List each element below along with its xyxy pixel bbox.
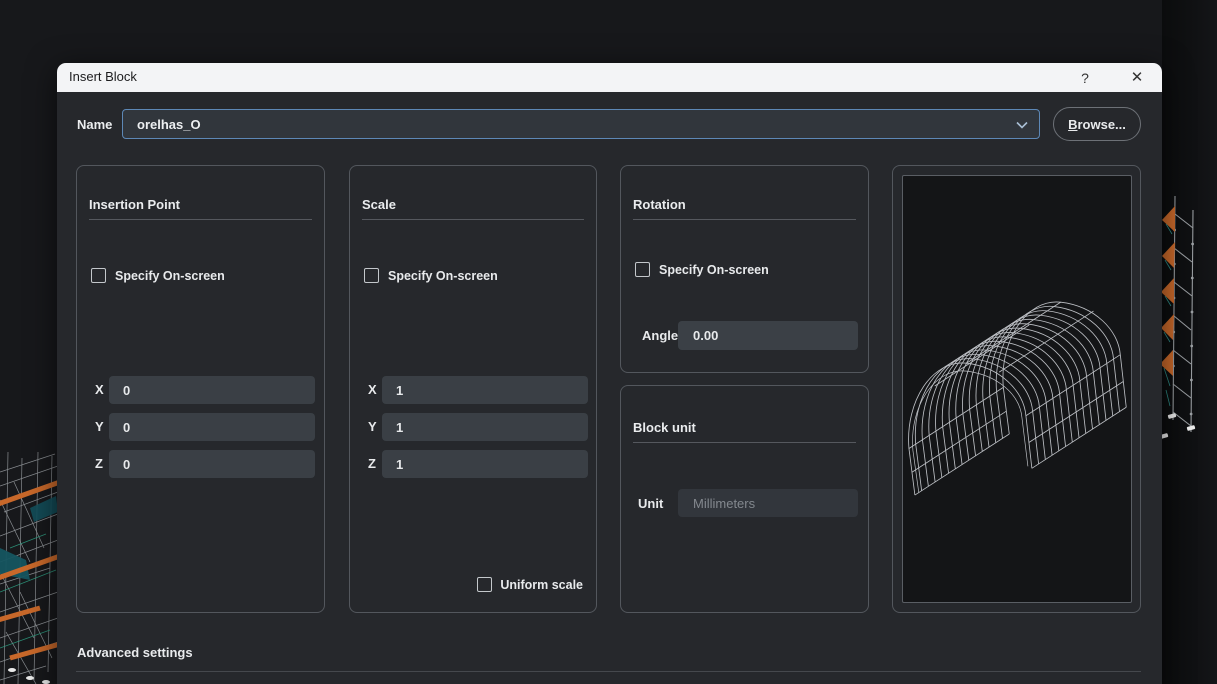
insertion-point-title: Insertion Point (89, 197, 180, 212)
scale-z-input[interactable] (382, 450, 588, 478)
unit-input (678, 489, 858, 517)
divider (76, 671, 1141, 672)
scale-title: Scale (362, 197, 396, 212)
specify-on-screen-label: Specify On-screen (388, 269, 498, 283)
specify-on-screen-label: Specify On-screen (659, 263, 769, 277)
browse-label: rowse... (1077, 117, 1125, 132)
divider (362, 219, 584, 220)
block-unit-group: Block unit Unit (620, 385, 869, 613)
divider (89, 219, 312, 220)
browse-button[interactable]: Browse... (1053, 107, 1141, 141)
checkbox-icon[interactable] (635, 262, 650, 277)
insertion-y-input[interactable] (109, 413, 315, 441)
scale-x-input[interactable] (382, 376, 588, 404)
block-name-combobox[interactable]: orelhas_O (122, 109, 1040, 139)
checkbox-icon[interactable] (364, 268, 379, 283)
insert-block-dialog: Insert Block ? ✕ Name orelhas_O Browse..… (57, 63, 1162, 684)
x-label: X (95, 382, 104, 397)
y-label: Y (368, 419, 377, 434)
name-label: Name (77, 117, 112, 132)
unit-row: Unit (621, 489, 868, 517)
block-preview-viewport (902, 175, 1132, 603)
help-button[interactable]: ? (1074, 67, 1096, 89)
insertion-z-input[interactable] (109, 450, 315, 478)
angle-label: Angle (642, 328, 678, 343)
insertion-x-row: X (77, 376, 324, 404)
z-label: Z (95, 456, 103, 471)
insertion-point-group: Insertion Point Specify On-screen X Y Z (76, 165, 325, 613)
angle-input[interactable] (678, 321, 858, 350)
insertion-point-specify-checkbox[interactable]: Specify On-screen (91, 268, 225, 283)
insertion-z-row: Z (77, 450, 324, 478)
block-name-value: orelhas_O (137, 117, 201, 132)
block-preview-panel (892, 165, 1141, 613)
rotation-specify-checkbox[interactable]: Specify On-screen (635, 262, 769, 277)
checkbox-icon[interactable] (477, 577, 492, 592)
z-label: Z (368, 456, 376, 471)
divider (633, 219, 856, 220)
divider (633, 442, 856, 443)
block-preview-wireframe (903, 176, 1131, 602)
block-unit-title: Block unit (633, 420, 696, 435)
scale-x-row: X (350, 376, 596, 404)
cad-scaffold-tower-right (1160, 190, 1206, 442)
scale-z-row: Z (350, 450, 596, 478)
dialog-title: Insert Block (69, 69, 137, 84)
chevron-down-icon (1016, 121, 1028, 129)
scale-specify-checkbox[interactable]: Specify On-screen (364, 268, 498, 283)
insertion-x-input[interactable] (109, 376, 315, 404)
rotation-group: Rotation Specify On-screen Angle (620, 165, 869, 373)
unit-label: Unit (638, 496, 663, 511)
scale-y-input[interactable] (382, 413, 588, 441)
insertion-y-row: Y (77, 413, 324, 441)
angle-row: Angle (621, 321, 868, 350)
uniform-scale-checkbox[interactable]: Uniform scale (477, 577, 583, 592)
uniform-scale-label: Uniform scale (500, 578, 583, 592)
specify-on-screen-label: Specify On-screen (115, 269, 225, 283)
checkbox-icon[interactable] (91, 268, 106, 283)
scale-group: Scale Specify On-screen X Y Z Uniform sc… (349, 165, 597, 613)
advanced-settings-toggle[interactable]: Advanced settings (77, 645, 193, 660)
x-label: X (368, 382, 377, 397)
dialog-titlebar[interactable]: Insert Block ? ✕ (57, 63, 1162, 92)
y-label: Y (95, 419, 104, 434)
close-button[interactable]: ✕ (1126, 67, 1148, 89)
rotation-title: Rotation (633, 197, 686, 212)
scale-y-row: Y (350, 413, 596, 441)
cad-scaffold-model-left (0, 452, 60, 684)
